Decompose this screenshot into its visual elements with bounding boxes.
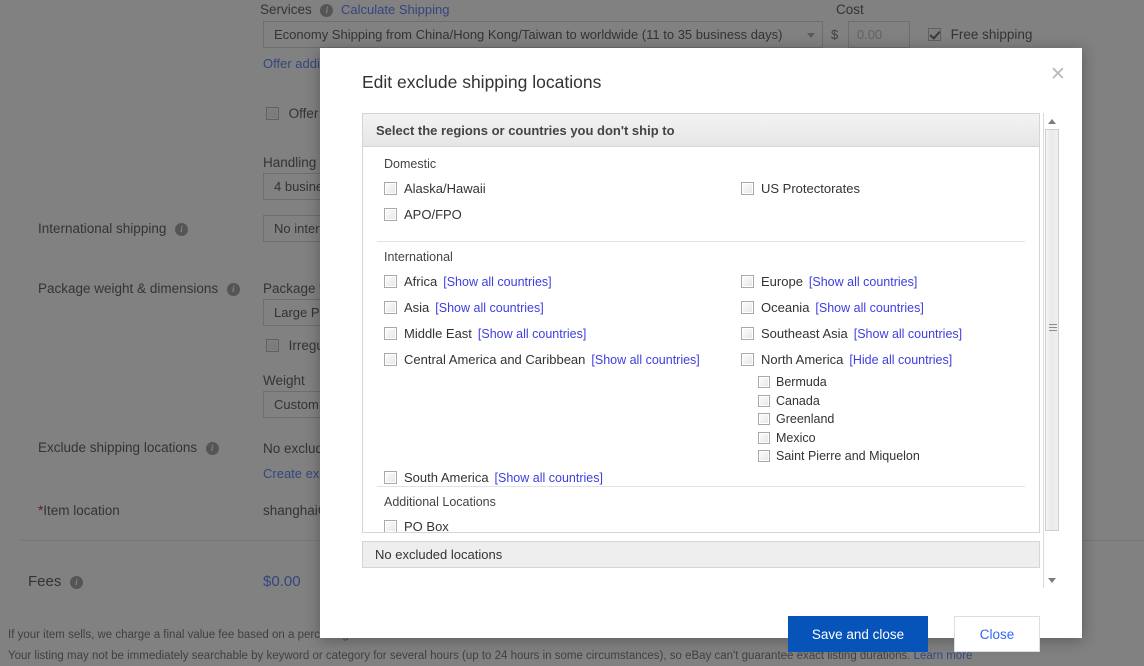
section-additional-locations: Additional Locations PO Box — [363, 495, 1039, 533]
chevron-up-icon — [1048, 119, 1056, 124]
option-label: Alaska/Hawaii — [404, 181, 486, 196]
scroll-down-button[interactable] — [1044, 572, 1060, 588]
option-label: Central America and Caribbean — [404, 352, 585, 367]
option-label: Saint Pierre and Miquelon — [776, 449, 920, 463]
scrollbar-thumb[interactable] — [1045, 129, 1059, 531]
option-middle-east[interactable]: Middle East [Show all countries] — [384, 321, 734, 347]
checkbox-africa[interactable] — [384, 275, 397, 288]
option-label: Bermuda — [776, 375, 827, 389]
option-canada[interactable]: Canada — [758, 392, 1031, 411]
show-all-countries-europe-link[interactable]: [Show all countries] — [809, 275, 917, 289]
option-bermuda[interactable]: Bermuda — [758, 373, 1031, 392]
checkbox-south-america[interactable] — [384, 471, 397, 484]
option-label: Europe — [761, 274, 803, 289]
locations-panel: Select the regions or countries you don'… — [362, 113, 1040, 533]
option-label: Mexico — [776, 431, 816, 445]
option-label: South America — [404, 470, 489, 485]
show-all-countries-central-america-link[interactable]: [Show all countries] — [591, 353, 699, 367]
option-greenland[interactable]: Greenland — [758, 410, 1031, 429]
option-label: Southeast Asia — [761, 326, 848, 341]
option-label: Africa — [404, 274, 437, 289]
section-divider — [377, 241, 1025, 242]
screen: Services i Calculate Shipping Economy Sh… — [0, 0, 1144, 666]
show-all-countries-middle-east-link[interactable]: [Show all countries] — [478, 327, 586, 341]
checkbox-southeast-asia[interactable] — [741, 327, 754, 340]
option-apo-fpo[interactable]: APO/FPO — [384, 202, 734, 228]
edit-exclude-shipping-locations-dialog: ✕ Edit exclude shipping locations Select… — [320, 48, 1082, 638]
section-domestic-right-column: US Protectorates — [741, 176, 1031, 202]
option-label: US Protectorates — [761, 181, 860, 196]
option-saint-pierre-and-miquelon[interactable]: Saint Pierre and Miquelon — [758, 447, 1031, 466]
option-mexico[interactable]: Mexico — [758, 429, 1031, 448]
scroll-up-button[interactable] — [1044, 113, 1060, 129]
hide-all-countries-north-america-link[interactable]: [Hide all countries] — [849, 353, 952, 367]
section-title: Domestic — [363, 157, 1039, 171]
checkbox-oceania[interactable] — [741, 301, 754, 314]
option-asia[interactable]: Asia [Show all countries] — [384, 295, 734, 321]
checkbox-bermuda[interactable] — [758, 376, 770, 388]
excluded-locations-summary: No excluded locations — [362, 541, 1040, 568]
dialog-title: Edit exclude shipping locations — [362, 72, 601, 93]
option-label: PO Box — [404, 519, 449, 533]
section-domestic: Domestic Alaska/Hawaii APO/FPO — [363, 157, 1039, 234]
checkbox-central-america-caribbean[interactable] — [384, 353, 397, 366]
panel-body: Domestic Alaska/Hawaii APO/FPO — [363, 147, 1039, 533]
option-europe[interactable]: Europe [Show all countries] — [741, 269, 1031, 295]
scrollbar-track[interactable] — [1044, 129, 1060, 572]
checkbox-apo-fpo[interactable] — [384, 208, 397, 221]
option-south-america[interactable]: South America [Show all countries] — [384, 465, 734, 491]
section-domestic-left-column: Alaska/Hawaii APO/FPO — [384, 176, 734, 228]
checkbox-mexico[interactable] — [758, 432, 770, 444]
option-africa[interactable]: Africa [Show all countries] — [384, 269, 734, 295]
chevron-down-icon — [1048, 578, 1056, 583]
option-label: North America — [761, 352, 843, 367]
show-all-countries-asia-link[interactable]: [Show all countries] — [435, 301, 543, 315]
close-icon[interactable]: ✕ — [1044, 62, 1070, 88]
close-button[interactable]: Close — [954, 616, 1040, 652]
option-label: Canada — [776, 394, 820, 408]
checkbox-europe[interactable] — [741, 275, 754, 288]
option-label: Middle East — [404, 326, 472, 341]
section-additional-left-column: PO Box — [384, 514, 734, 533]
option-oceania[interactable]: Oceania [Show all countries] — [741, 295, 1031, 321]
option-label: Greenland — [776, 412, 834, 426]
option-label: APO/FPO — [404, 207, 462, 222]
section-international: International Africa [Show all countries]… — [363, 250, 1039, 479]
option-north-america[interactable]: North America [Hide all countries] — [741, 347, 1031, 373]
save-and-close-button[interactable]: Save and close — [788, 616, 928, 652]
show-all-countries-south-america-link[interactable]: [Show all countries] — [495, 471, 603, 485]
checkbox-north-america[interactable] — [741, 353, 754, 366]
checkbox-asia[interactable] — [384, 301, 397, 314]
option-label: Oceania — [761, 300, 809, 315]
section-international-left-column: Africa [Show all countries] Asia [Show all… — [384, 269, 734, 491]
checkbox-middle-east[interactable] — [384, 327, 397, 340]
option-po-box[interactable]: PO Box — [384, 514, 734, 533]
checkbox-alaska-hawaii[interactable] — [384, 182, 397, 195]
option-us-protectorates[interactable]: US Protectorates — [741, 176, 1031, 202]
checkbox-saint-pierre-and-miquelon[interactable] — [758, 450, 770, 462]
section-title: International — [363, 250, 1039, 264]
north-america-country-list: Bermuda Canada Greenland M — [758, 373, 1031, 466]
show-all-countries-africa-link[interactable]: [Show all countries] — [443, 275, 551, 289]
section-title: Additional Locations — [363, 495, 1039, 509]
checkbox-canada[interactable] — [758, 395, 770, 407]
option-label: Asia — [404, 300, 429, 315]
checkbox-po-box[interactable] — [384, 520, 397, 533]
dialog-scrollbar[interactable] — [1043, 113, 1059, 588]
locations-list-wrapper: Select the regions or countries you don'… — [362, 113, 1040, 588]
show-all-countries-southeast-asia-link[interactable]: [Show all countries] — [854, 327, 962, 341]
option-southeast-asia[interactable]: Southeast Asia [Show all countries] — [741, 321, 1031, 347]
checkbox-greenland[interactable] — [758, 413, 770, 425]
section-international-right-column: Europe[Show all countries] Oceania[Show … — [741, 269, 1031, 466]
option-central-america-caribbean[interactable]: Central America and Caribbean [Show all c… — [384, 347, 734, 373]
show-all-countries-oceania-link[interactable]: [Show all countries] — [815, 301, 923, 315]
panel-header: Select the regions or countries you don'… — [363, 114, 1039, 147]
grip-lines-icon — [1049, 324, 1057, 333]
option-alaska-hawaii[interactable]: Alaska/Hawaii — [384, 176, 734, 202]
checkbox-us-protectorates[interactable] — [741, 182, 754, 195]
